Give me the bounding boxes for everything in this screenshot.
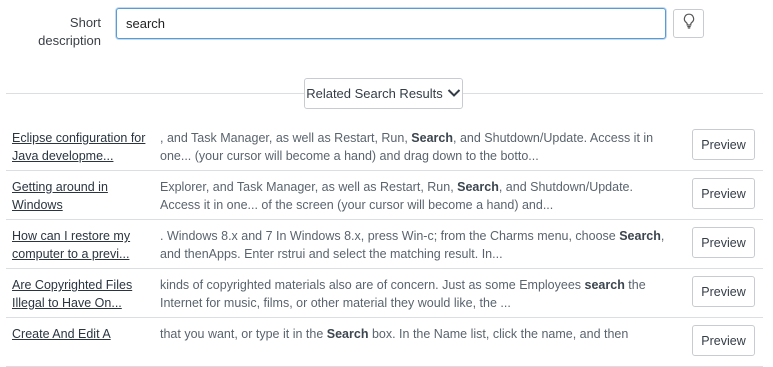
snippet-text-before: kinds of copyrighted materials also are …: [160, 278, 585, 292]
result-title-link[interactable]: Eclipse configuration for Java developme…: [12, 129, 150, 165]
snippet-text-after: box. In the Name list, click the name, a…: [368, 327, 629, 341]
snippet-match: Search: [326, 327, 369, 341]
short-description-input[interactable]: [116, 8, 666, 39]
preview-button[interactable]: Preview: [692, 178, 755, 209]
result-title-link[interactable]: How can I restore my computer to a previ…: [12, 227, 150, 263]
related-search-results-button[interactable]: Related Search Results: [304, 78, 463, 109]
result-snippet: , and Task Manager, as well as Restart, …: [160, 129, 668, 165]
result-title-link[interactable]: Are Copyrighted Files Illegal to Have On…: [12, 276, 150, 312]
result-row: Eclipse configuration for Java developme…: [6, 122, 763, 171]
result-title-link[interactable]: Getting around in Windows: [12, 178, 150, 214]
preview-button[interactable]: Preview: [692, 276, 755, 307]
result-row: Are Copyrighted Files Illegal to Have On…: [6, 269, 763, 318]
snippet-match: Search: [619, 229, 661, 243]
snippet-text-before: . Windows 8.x and 7 In Windows 8.x, pres…: [160, 229, 620, 243]
snippet-text-before: that you want, or type it in the: [160, 327, 327, 341]
preview-button[interactable]: Preview: [692, 325, 755, 356]
results-list: Eclipse configuration for Java developme…: [6, 122, 763, 367]
snippet-text-before: , and Task Manager, as well as Restart, …: [160, 131, 412, 145]
result-title-link[interactable]: Create And Edit A: [12, 325, 150, 343]
result-snippet: . Windows 8.x and 7 In Windows 8.x, pres…: [160, 227, 668, 263]
snippet-match: search: [584, 278, 625, 292]
related-search-results-label: Related Search Results: [306, 86, 443, 101]
preview-button[interactable]: Preview: [692, 129, 755, 160]
snippet-match: Search: [411, 131, 453, 145]
result-row: Create And Edit A that you want, or type …: [6, 318, 763, 367]
snippet-text-before: Explorer, and Task Manager, as well as R…: [160, 180, 458, 194]
lightbulb-icon: [682, 13, 696, 34]
snippet-match: Search: [457, 180, 499, 194]
result-row: How can I restore my computer to a previ…: [6, 220, 763, 269]
result-row: Getting around in Windows Explorer, and T…: [6, 171, 763, 220]
chevron-down-icon: [447, 86, 461, 101]
result-snippet: Explorer, and Task Manager, as well as R…: [160, 178, 668, 214]
preview-button[interactable]: Preview: [692, 227, 755, 258]
short-description-label: Short description: [38, 15, 101, 48]
result-snippet: that you want, or type it in the Search …: [160, 325, 668, 343]
result-snippet: kinds of copyrighted materials also are …: [160, 276, 668, 312]
hint-button[interactable]: [673, 9, 704, 38]
